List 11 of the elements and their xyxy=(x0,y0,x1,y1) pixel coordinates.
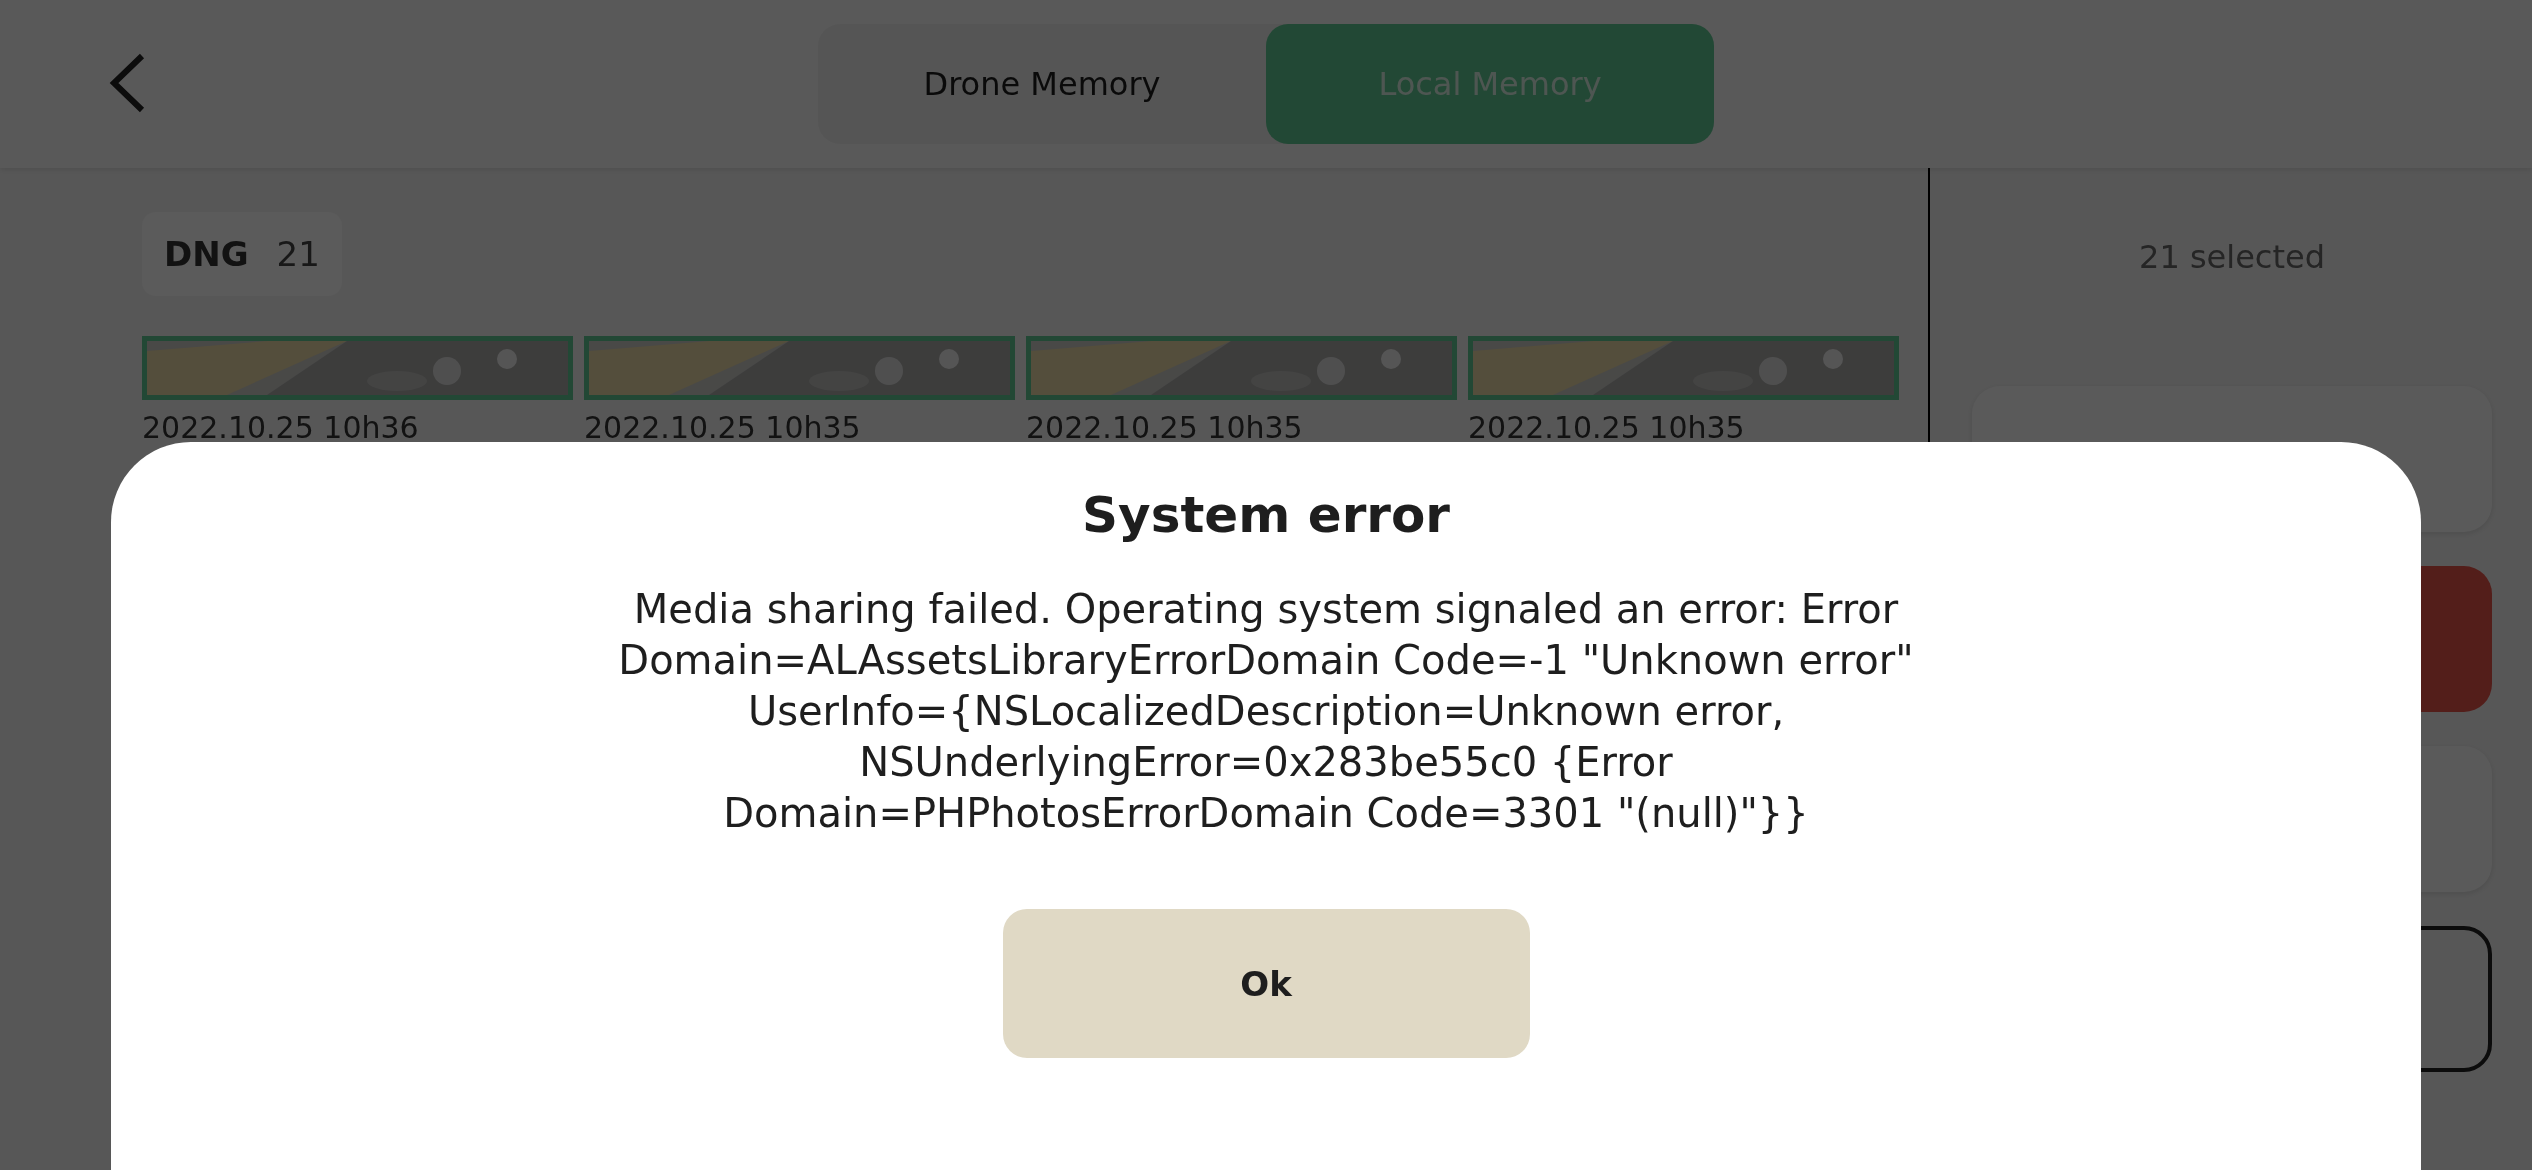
photo-caption: 2022.10.25 10h35 xyxy=(1026,410,1304,445)
filter-chip[interactable]: DNG 21 xyxy=(142,212,342,296)
error-message: Media sharing failed. Operating system signaled an error: Error Domain=ALAssetsLibraryErrorDomain Code=-1 "Unknown error" UserInfo={NSLocalizedDescription=Unknown error, NSUnderlyingError=0x283be55c0 {Error Domain=PHPhotosErrorDomain Code=3301 "(null)"}} xyxy=(617,585,1915,838)
dialog-title: System error xyxy=(1082,486,1450,544)
ok-button[interactable]: Ok xyxy=(1002,909,1530,1058)
filter-label: DNG xyxy=(164,234,249,274)
photo-caption: 2022.10.25 10h35 xyxy=(584,410,862,445)
memory-tab[interactable]: Drone Memory xyxy=(818,24,1266,144)
filter-count: 21 xyxy=(276,234,320,274)
photo-caption: 2022.10.25 10h36 xyxy=(142,410,420,445)
photo-caption: 2022.10.25 10h35 xyxy=(1468,410,1746,445)
